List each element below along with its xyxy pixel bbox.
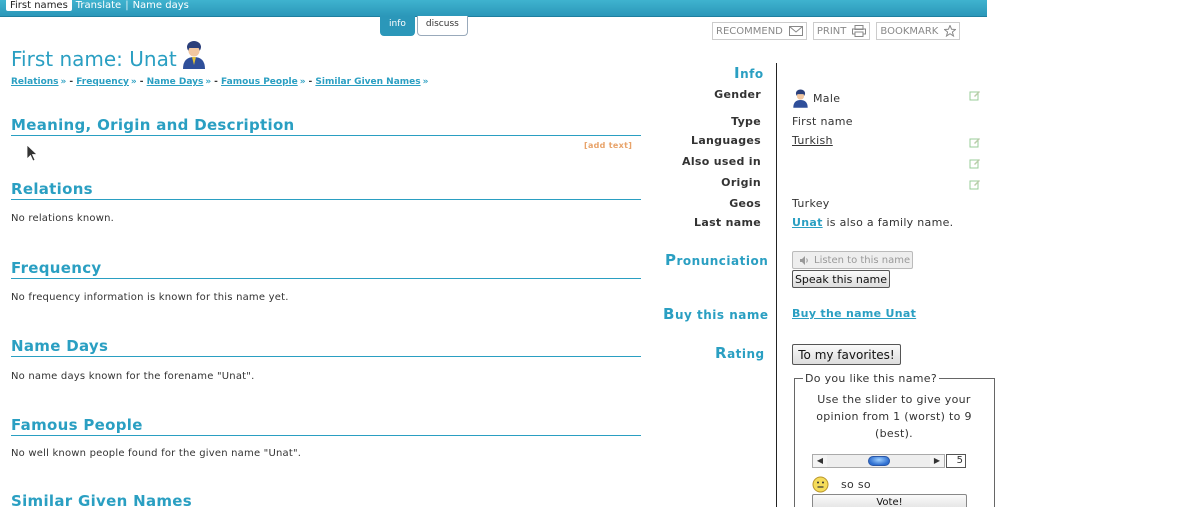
- page-title: First name: Unat: [11, 47, 177, 71]
- famous-people-heading: Famous People: [11, 416, 641, 436]
- last-name-label: Last name: [694, 216, 761, 229]
- last-name-value: Unat is also a family name.: [792, 216, 953, 229]
- chevron-down-icon: »: [205, 77, 212, 87]
- slider-right-arrow-icon[interactable]: ▶: [930, 455, 944, 467]
- edit-icon[interactable]: [969, 178, 981, 190]
- languages-value: Turkish: [792, 134, 833, 147]
- gender-text: Male: [813, 91, 841, 105]
- pronunciation-heading-initial: P: [665, 251, 677, 269]
- rating-legend: Do you like this name?: [803, 372, 939, 385]
- link-separator: -: [69, 77, 77, 87]
- toolbar: RECOMMEND PRINT BOOKMARK: [712, 22, 961, 40]
- slider-value: 5: [946, 454, 966, 468]
- name-days-heading: Name Days: [11, 337, 641, 357]
- recommend-button[interactable]: RECOMMEND: [712, 22, 807, 40]
- nav-name-days[interactable]: Name days: [129, 0, 193, 11]
- buy-heading-rest: uy this name: [674, 308, 769, 322]
- link-separator: -: [308, 77, 316, 87]
- speaker-icon: [800, 255, 808, 265]
- nav-translate[interactable]: Translate: [72, 0, 125, 11]
- edit-icon[interactable]: [969, 136, 981, 148]
- section-links: Relations» - Frequency» - Name Days» - Famo…: [11, 77, 431, 87]
- column-divider: [776, 63, 777, 507]
- rating-heading: Rating: [715, 344, 765, 362]
- slider-left-arrow-icon[interactable]: ◀: [813, 455, 827, 467]
- link-name-days[interactable]: Name Days: [147, 77, 204, 87]
- link-separator: -: [214, 77, 222, 87]
- bookmark-label: BOOKMARK: [880, 25, 939, 37]
- buy-heading-initial: B: [663, 305, 675, 323]
- slider-thumb[interactable]: [867, 456, 890, 466]
- relations-heading: Relations: [11, 180, 641, 200]
- last-name-note: is also a family name.: [822, 216, 954, 229]
- famous-people-text: No well known people found for the given…: [11, 448, 302, 459]
- rating-heading-rest: ating: [727, 347, 765, 361]
- link-frequency[interactable]: Frequency: [76, 77, 129, 87]
- also-used-label: Also used in: [682, 155, 761, 168]
- speak-button[interactable]: Speak this name: [792, 270, 890, 288]
- print-label: PRINT: [816, 25, 847, 37]
- listen-label: Listen to this name: [814, 254, 911, 266]
- user-avatar-icon: [183, 41, 205, 69]
- frequency-heading: Frequency: [11, 259, 641, 279]
- pronunciation-heading: Pronunciation: [665, 251, 768, 269]
- gender-label: Gender: [714, 88, 761, 101]
- link-separator: -: [139, 77, 147, 87]
- vote-label: Vote!: [876, 497, 903, 507]
- rating-slider[interactable]: ◀ ▶: [812, 454, 945, 468]
- info-heading-rest: nfo: [740, 67, 764, 81]
- language-link[interactable]: Turkish: [792, 134, 833, 147]
- languages-label: Languages: [691, 134, 761, 147]
- origin-label: Origin: [721, 176, 761, 189]
- vote-button[interactable]: Vote!: [812, 494, 967, 507]
- rating-instructions: Use the slider to give your opinion from…: [816, 393, 972, 440]
- last-name-link[interactable]: Unat: [792, 216, 823, 229]
- favorites-button[interactable]: To my favorites!: [792, 344, 901, 365]
- link-relations[interactable]: Relations: [11, 77, 59, 87]
- listen-button[interactable]: Listen to this name: [792, 251, 913, 269]
- link-famous-people[interactable]: Famous People: [221, 77, 298, 87]
- type-label: Type: [731, 115, 761, 128]
- nav-first-names[interactable]: First names: [6, 0, 72, 11]
- buy-name-link[interactable]: Buy the name Unat: [792, 307, 916, 320]
- tab-discuss[interactable]: discuss: [416, 16, 468, 36]
- star-icon: [944, 25, 957, 37]
- chevron-down-icon: »: [130, 77, 137, 87]
- info-heading: Info: [734, 64, 764, 82]
- favorites-label: To my favorites!: [798, 347, 895, 362]
- link-similar-names[interactable]: Similar Given Names: [315, 77, 420, 87]
- print-button[interactable]: PRINT: [812, 22, 871, 40]
- speak-label: Speak this name: [794, 272, 888, 286]
- top-bar: First names Translate | Name days: [0, 0, 987, 17]
- recommend-label: RECOMMEND: [716, 25, 783, 37]
- pronunciation-heading-rest: ronunciation: [676, 254, 769, 268]
- meaning-heading: Meaning, Origin and Description: [11, 116, 641, 136]
- view-tabs: info discuss: [380, 16, 468, 36]
- top-nav: First names Translate | Name days: [6, 0, 193, 11]
- similar-names-heading: Similar Given Names: [11, 492, 193, 507]
- geos-value: Turkey: [792, 197, 830, 210]
- gender-value: Male: [792, 88, 840, 108]
- chevron-down-icon: »: [60, 77, 67, 87]
- edit-icon[interactable]: [969, 89, 981, 101]
- frequency-text: No frequency information is known for th…: [11, 292, 289, 303]
- printer-icon: [852, 25, 867, 37]
- edit-icon[interactable]: [969, 157, 981, 169]
- chevron-down-icon: »: [422, 77, 429, 87]
- envelope-icon: [788, 26, 803, 36]
- name-days-text: No name days known for the forename "Una…: [11, 371, 255, 382]
- relations-text: No relations known.: [11, 213, 115, 224]
- tab-info[interactable]: info: [380, 16, 415, 36]
- type-value: First name: [792, 115, 853, 128]
- smiley-icon: [812, 476, 829, 493]
- rating-heading-initial: R: [715, 344, 728, 362]
- bookmark-button[interactable]: BOOKMARK: [876, 22, 961, 40]
- buy-heading: Buy this name: [663, 305, 768, 323]
- user-avatar-icon: [793, 89, 808, 108]
- mood-label: so so: [841, 478, 871, 491]
- geos-label: Geos: [729, 197, 761, 210]
- add-text-link[interactable]: [add text]: [584, 141, 632, 150]
- chevron-down-icon: »: [299, 77, 306, 87]
- cursor-icon: [26, 144, 38, 162]
